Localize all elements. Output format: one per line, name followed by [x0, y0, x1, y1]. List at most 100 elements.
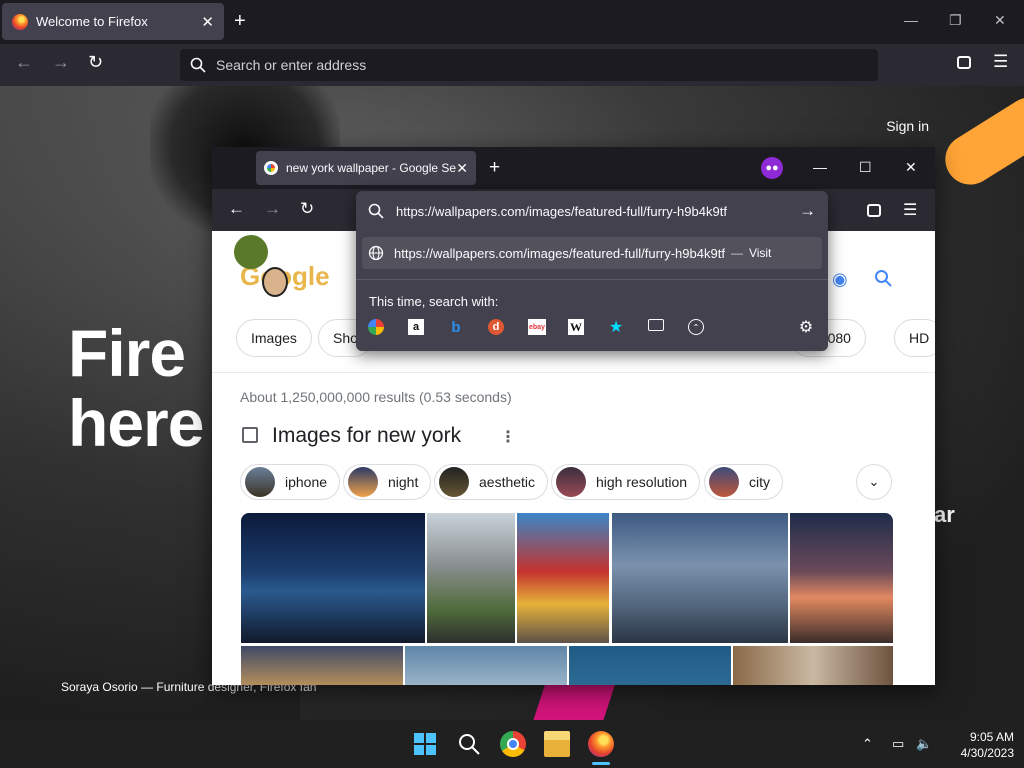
globe-icon [368, 245, 384, 261]
thumbnail [556, 467, 586, 497]
chip-hd[interactable]: HD [894, 319, 935, 357]
url-input[interactable]: https://wallpapers.com/images/featured-f… [356, 191, 828, 231]
hero-line-1: Fire [68, 316, 186, 390]
tray-overflow-chevron-icon[interactable]: ⌃ [862, 736, 873, 752]
related-city[interactable]: city [704, 464, 783, 500]
close-window-button[interactable]: ✕ [994, 12, 1006, 29]
sign-in-link[interactable]: Sign in [886, 118, 929, 134]
firefox-icon [12, 13, 28, 30]
image-result-times-square[interactable] [517, 513, 609, 643]
reload-button[interactable]: ↻ [300, 199, 314, 219]
image-result-row2-3[interactable] [569, 646, 731, 685]
image-result-brooklyn-bridge[interactable] [241, 513, 425, 643]
file-explorer-icon[interactable] [544, 731, 570, 757]
reload-button[interactable]: ↻ [88, 52, 103, 73]
close-window-button[interactable]: ✕ [905, 159, 917, 176]
image-result-empire-state[interactable] [790, 513, 893, 643]
network-icon[interactable]: ▭ [892, 736, 904, 752]
start-icon[interactable] [412, 731, 438, 757]
suggestion-dash: — [730, 246, 743, 260]
thumbnail [709, 467, 739, 497]
close-tab-icon[interactable]: ✕ [201, 13, 214, 31]
thumbnail [439, 467, 469, 497]
chrome-icon[interactable] [500, 731, 526, 757]
image-result-row2-2[interactable] [405, 646, 567, 685]
firefox-icon[interactable] [588, 731, 614, 757]
image-result-street[interactable] [427, 513, 515, 643]
tab-google-search[interactable]: new york wallpaper - Google Search ✕ [256, 151, 476, 185]
maximize-button[interactable]: ☐ [859, 159, 872, 176]
tabs-icon[interactable] [648, 319, 664, 331]
images-heading[interactable]: Images for new york [272, 424, 461, 448]
image-result-row2-1[interactable] [241, 646, 403, 685]
new-tab-button[interactable]: + [489, 157, 500, 179]
back-button[interactable]: ← [228, 199, 245, 219]
divider [212, 372, 935, 373]
restore-button[interactable]: ❐ [949, 12, 962, 29]
search-settings-gear-icon[interactable]: ⚙ [798, 319, 814, 336]
image-result-skyline[interactable] [612, 513, 788, 643]
clock[interactable]: 9:05 AM 4/30/2023 [944, 729, 1014, 761]
address-bar[interactable]: Search or enter address [180, 49, 878, 81]
hero-heading: Fire here [68, 316, 204, 460]
related-label: high resolution [596, 474, 688, 490]
hero-side-text: ar [934, 502, 955, 527]
chip-images[interactable]: Images [236, 319, 312, 357]
go-arrow-button[interactable]: → [799, 201, 816, 221]
url-dropdown: https://wallpapers.com/images/featured-f… [356, 191, 828, 351]
minimize-button[interactable]: — [813, 159, 827, 175]
bing-engine-icon[interactable]: b [448, 319, 464, 336]
related-high-resolution[interactable]: high resolution [551, 464, 701, 500]
volume-icon[interactable]: 🔈 [916, 736, 932, 752]
pocket-icon[interactable] [867, 204, 881, 217]
menu-icon[interactable]: ☰ [903, 200, 917, 220]
related-aesthetic[interactable]: aesthetic [434, 464, 549, 500]
clock-date: 4/30/2023 [960, 746, 1014, 760]
bookmarks-star-icon[interactable]: ★ [608, 319, 624, 336]
related-label: city [749, 474, 770, 490]
suggestion-url: https://wallpapers.com/images/featured-f… [394, 245, 725, 261]
results-stats: About 1,250,000,000 results (0.53 second… [240, 389, 512, 405]
hero-line-2: here [68, 386, 204, 460]
thumbnail [245, 467, 275, 497]
tab-welcome-to-firefox[interactable]: Welcome to Firefox ✕ [2, 3, 224, 40]
forward-button[interactable]: → [52, 52, 70, 73]
url-input-value[interactable]: https://wallpapers.com/images/featured-f… [396, 204, 799, 219]
related-label: aesthetic [479, 474, 536, 490]
pocket-icon[interactable] [957, 56, 971, 69]
wikipedia-engine-icon[interactable]: W [568, 319, 584, 335]
ebay-engine-icon[interactable]: ebay [528, 319, 546, 335]
google-engine-icon[interactable] [368, 319, 384, 335]
dropdown-divider [356, 279, 828, 280]
search-with-label: This time, search with: [369, 294, 499, 309]
history-clock-icon[interactable]: ⌃ [688, 319, 704, 335]
search-icon [368, 203, 384, 219]
lens-camera-icon[interactable]: ◉ [832, 269, 848, 290]
amazon-engine-icon[interactable]: a [408, 319, 424, 335]
related-label: iphone [285, 474, 328, 490]
minimize-button[interactable]: — [904, 12, 918, 28]
new-tab-button[interactable]: + [234, 10, 246, 33]
tab-title: Welcome to Firefox [36, 14, 148, 29]
google-search-icon[interactable] [874, 269, 892, 293]
more-options-icon[interactable]: ⋮ [500, 427, 516, 447]
close-tab-icon[interactable]: ✕ [456, 160, 468, 177]
related-night[interactable]: night [343, 464, 432, 500]
visit-suggestion[interactable]: https://wallpapers.com/images/featured-f… [362, 237, 822, 269]
forward-button[interactable]: → [264, 199, 281, 219]
duckduckgo-engine-icon[interactable]: d [488, 319, 504, 335]
active-app-indicator [592, 762, 610, 765]
address-placeholder: Search or enter address [216, 57, 367, 73]
expand-chevron-button[interactable]: ⌄ [856, 464, 892, 500]
image-result-row2-4[interactable] [733, 646, 893, 685]
menu-icon[interactable]: ☰ [993, 52, 1008, 72]
back-button[interactable]: ← [15, 52, 33, 73]
google-icon [264, 161, 278, 175]
related-iphone[interactable]: iphone [240, 464, 341, 500]
search-icon[interactable] [456, 731, 482, 757]
thumbnail [348, 467, 378, 497]
doodle-leaf [234, 235, 268, 269]
related-label: night [388, 474, 419, 490]
search-icon [190, 57, 206, 73]
clock-time: 9:05 AM [969, 730, 1014, 744]
